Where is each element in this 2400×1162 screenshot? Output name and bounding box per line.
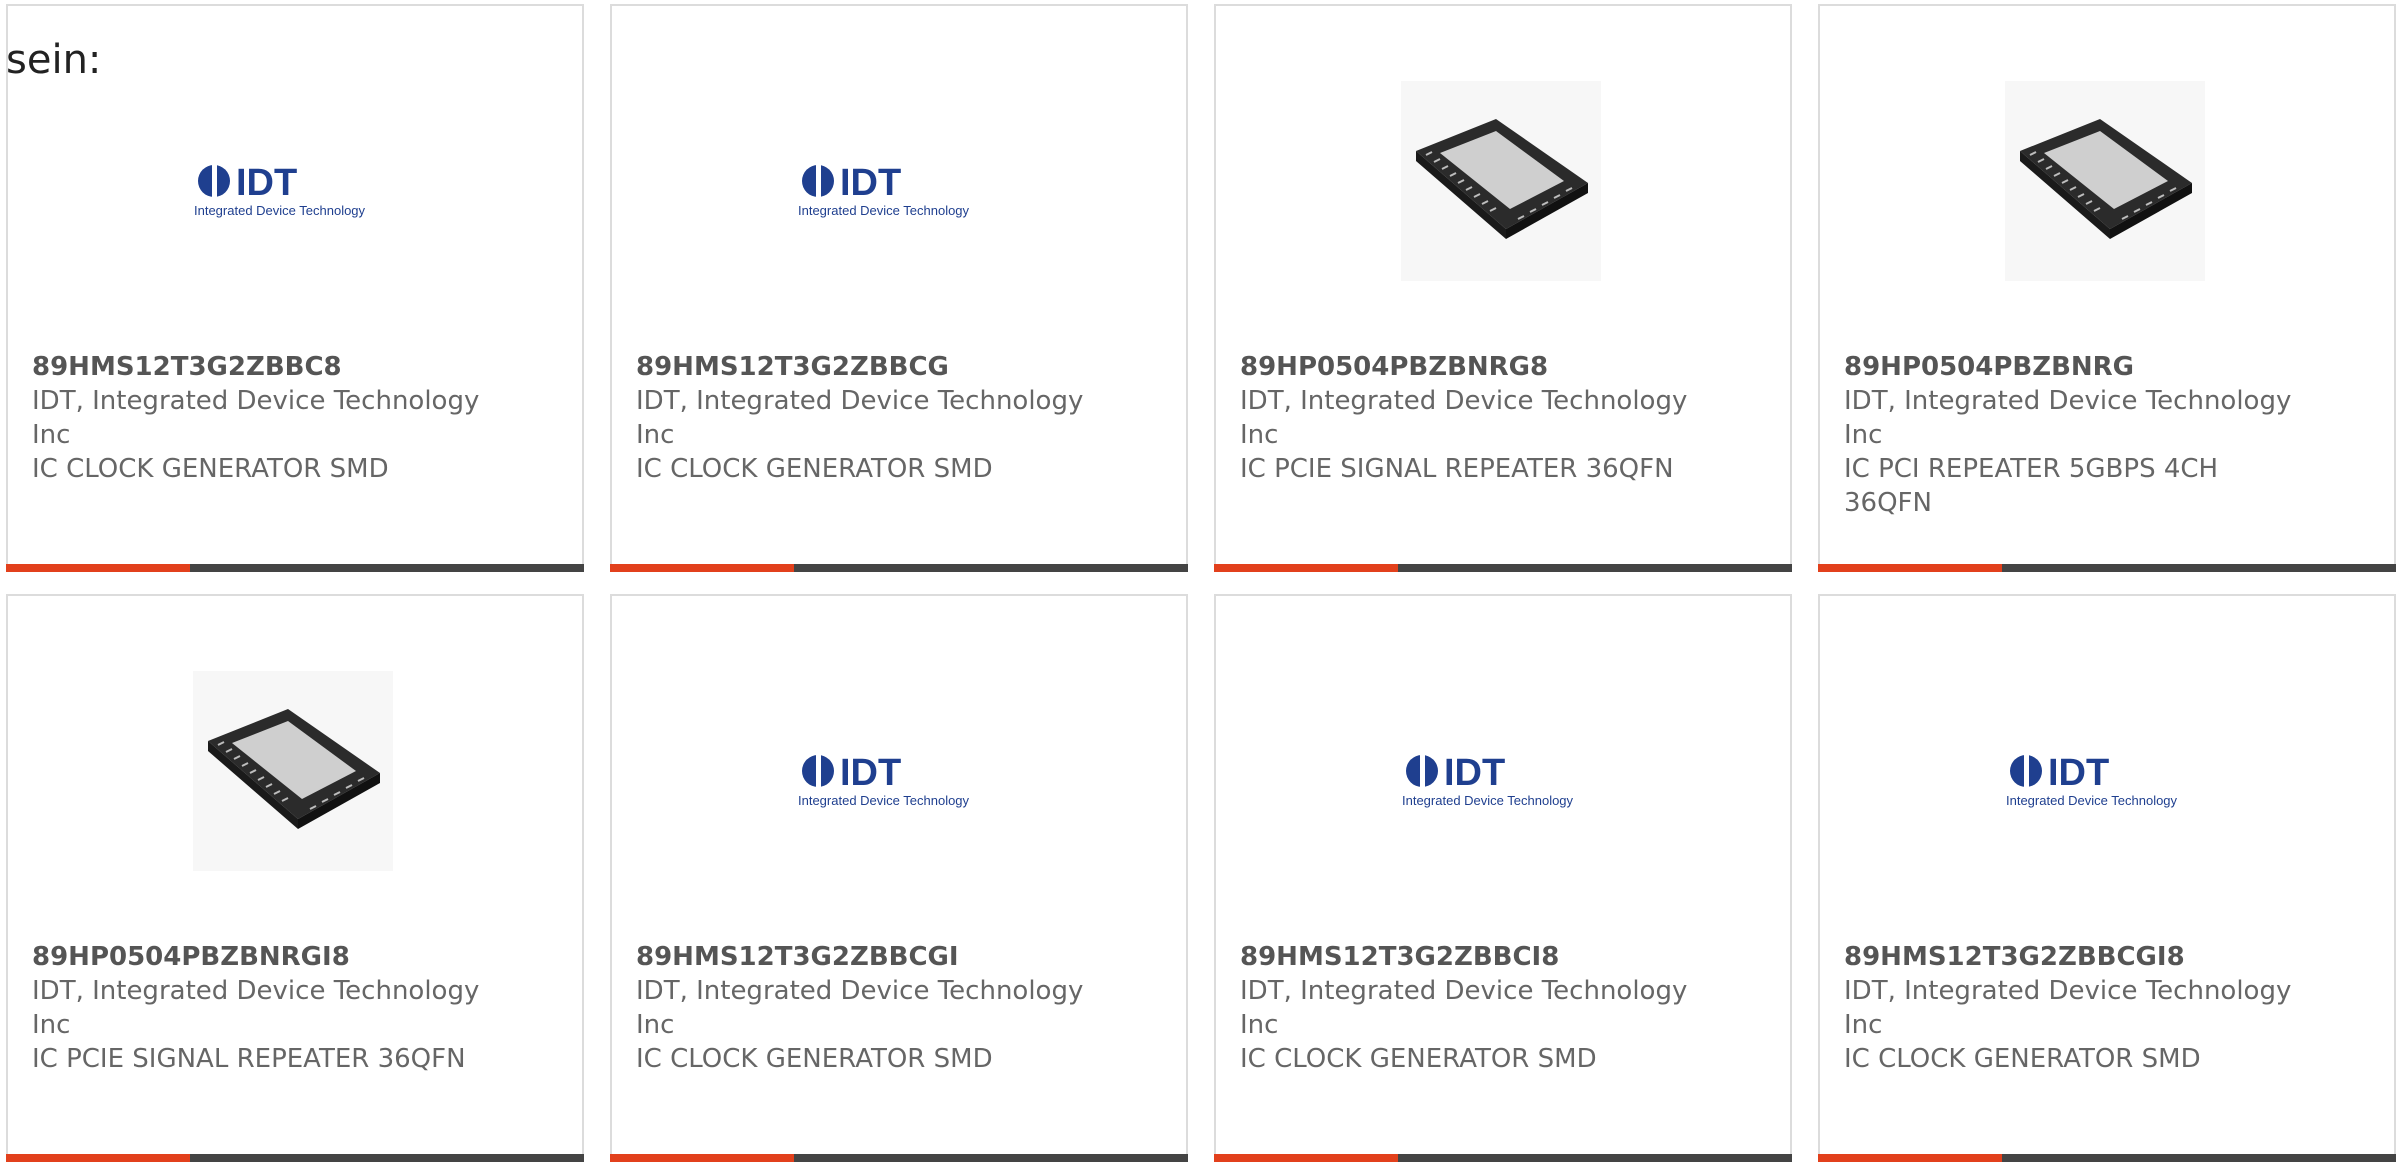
part-number-link[interactable]: 89HP0504PBZBNRG8	[1240, 350, 1700, 384]
qfn-chip-image[interactable]	[2000, 76, 2210, 286]
idt-logo-image[interactable]: IDT Integrated Device Technology	[796, 676, 1006, 886]
product-info: 89HMS12T3G2ZBBCGI8 IDT, Integrated Device…	[1844, 940, 2304, 1076]
product-description: IC PCIE SIGNAL REPEATER 36QFN	[1240, 454, 1674, 484]
manufacturer-name: IDT, Integrated Device Technology Inc	[1844, 386, 2292, 450]
product-description: IC CLOCK GENERATOR SMD	[636, 454, 993, 484]
product-card[interactable]: 89HP0504PBZBNRG8 IDT, Integrated Device T…	[1214, 4, 1792, 572]
product-card[interactable]: IDT Integrated Device Technology 89HMS12T3…	[1818, 594, 2396, 1162]
manufacturer-name: IDT, Integrated Device Technology Inc	[32, 976, 480, 1040]
product-card[interactable]: 89HP0504PBZBNRGI8 IDT, Integrated Device …	[6, 594, 584, 1162]
idt-logo-icon: IDTIntegrated Device Technology	[2004, 741, 2214, 821]
part-number-link[interactable]: 89HMS12T3G2ZBBCI8	[1240, 940, 1700, 974]
logo-sub-text: Integrated Device Technology	[194, 203, 366, 218]
idt-logo-icon: IDTIntegrated Device Technology	[796, 741, 1006, 821]
product-description: IC PCI REPEATER 5GBPS 4CH 36QFN	[1844, 454, 2219, 518]
idt-logo-image[interactable]: IDT Integrated Device Technology	[2004, 676, 2214, 886]
part-number-link[interactable]: 89HP0504PBZBNRG	[1844, 350, 2304, 384]
idt-logo-icon: IDTIntegrated Device Technology	[192, 151, 402, 231]
idt-logo-icon: IDTIntegrated Device Technology	[796, 151, 1006, 231]
qfn-chip-icon	[208, 709, 380, 829]
part-number-link[interactable]: 89HMS12T3G2ZBBCGI	[636, 940, 1096, 974]
product-info: 89HP0504PBZBNRG IDT, Integrated Device Te…	[1844, 350, 2304, 520]
qfn-chip-image[interactable]	[188, 666, 398, 876]
product-info: 89HMS12T3G2ZBBCI8 IDT, Integrated Device …	[1240, 940, 1700, 1076]
card-bottom-bar	[1818, 564, 2396, 572]
product-info: 89HMS12T3G2ZBBCG IDT, Integrated Device T…	[636, 350, 1096, 486]
product-card[interactable]: IDT Integrated Device Technology 89HMS12T3…	[610, 4, 1188, 572]
idt-logo-icon: IDTIntegrated Device Technology	[1400, 741, 1610, 821]
logo-main-text: IDT	[1444, 752, 1505, 794]
product-card[interactable]: IDT Integrated Device Technology 89HMS12T3…	[1214, 594, 1792, 1162]
product-description: IC CLOCK GENERATOR SMD	[1844, 1044, 2201, 1074]
product-info: 89HMS12T3G2ZBBCGI IDT, Integrated Device …	[636, 940, 1096, 1076]
logo-sub-text: Integrated Device Technology	[798, 793, 970, 808]
product-card[interactable]: 89HP0504PBZBNRG IDT, Integrated Device Te…	[1818, 4, 2396, 572]
chip-image-frame	[193, 671, 393, 871]
logo-main-text: IDT	[2048, 752, 2109, 794]
card-accent-stripe	[610, 564, 794, 572]
product-description: IC PCIE SIGNAL REPEATER 36QFN	[32, 1044, 466, 1074]
chip-image-frame	[1401, 81, 1601, 281]
manufacturer-name: IDT, Integrated Device Technology Inc	[1844, 976, 2292, 1040]
product-info: 89HMS12T3G2ZBBC8 IDT, Integrated Device T…	[32, 350, 492, 486]
qfn-chip-image[interactable]	[1396, 76, 1606, 286]
product-info: 89HP0504PBZBNRG8 IDT, Integrated Device T…	[1240, 350, 1700, 486]
manufacturer-name: IDT, Integrated Device Technology Inc	[32, 386, 480, 450]
logo-sub-text: Integrated Device Technology	[2006, 793, 2178, 808]
lead-in-text: sein:	[6, 37, 102, 83]
product-description: IC CLOCK GENERATOR SMD	[32, 454, 389, 484]
idt-logo-image[interactable]: IDT Integrated Device Technology	[1400, 676, 1610, 886]
card-bottom-bar	[610, 564, 1188, 572]
card-accent-stripe	[1818, 564, 2002, 572]
part-number-link[interactable]: 89HMS12T3G2ZBBCG	[636, 350, 1096, 384]
part-number-link[interactable]: 89HMS12T3G2ZBBCGI8	[1844, 940, 2304, 974]
idt-logo-image[interactable]: IDT Integrated Device Technology	[796, 86, 1006, 296]
card-bottom-bar	[6, 564, 584, 572]
chip-image-frame	[2005, 81, 2205, 281]
logo-sub-text: Integrated Device Technology	[798, 203, 970, 218]
manufacturer-name: IDT, Integrated Device Technology Inc	[1240, 386, 1688, 450]
product-description: IC CLOCK GENERATOR SMD	[636, 1044, 993, 1074]
product-card[interactable]: IDT Integrated Device Technology 89HMS12T3…	[6, 4, 584, 572]
logo-main-text: IDT	[236, 162, 297, 204]
qfn-chip-icon	[2020, 119, 2192, 239]
card-accent-stripe	[1214, 564, 1398, 572]
card-bottom-bar	[1214, 564, 1792, 572]
manufacturer-name: IDT, Integrated Device Technology Inc	[1240, 976, 1688, 1040]
logo-main-text: IDT	[840, 752, 901, 794]
qfn-chip-icon	[1416, 119, 1588, 239]
part-number-link[interactable]: 89HP0504PBZBNRGI8	[32, 940, 492, 974]
manufacturer-name: IDT, Integrated Device Technology Inc	[636, 386, 1084, 450]
idt-logo-image[interactable]: IDT Integrated Device Technology	[192, 86, 402, 296]
product-description: IC CLOCK GENERATOR SMD	[1240, 1044, 1597, 1074]
product-card[interactable]: IDT Integrated Device Technology 89HMS12T3…	[610, 594, 1188, 1162]
card-accent-stripe	[6, 564, 190, 572]
logo-main-text: IDT	[840, 162, 901, 204]
manufacturer-name: IDT, Integrated Device Technology Inc	[636, 976, 1084, 1040]
product-info: 89HP0504PBZBNRGI8 IDT, Integrated Device …	[32, 940, 492, 1076]
part-number-link[interactable]: 89HMS12T3G2ZBBC8	[32, 350, 492, 384]
logo-sub-text: Integrated Device Technology	[1402, 793, 1574, 808]
